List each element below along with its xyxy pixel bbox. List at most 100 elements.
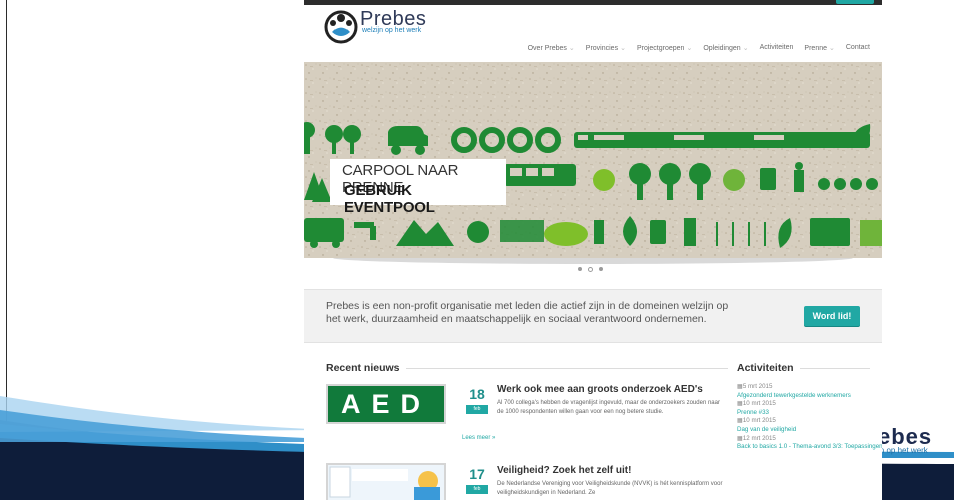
divider	[405, 367, 728, 369]
activity-date-text: 5 mrt 2015	[742, 383, 773, 390]
nav-item-opleidingen[interactable]: Opleidingen ⌄	[703, 44, 748, 52]
chevron-down-icon: ⌄	[829, 45, 835, 52]
chevron-down-icon: ⌄	[742, 45, 749, 52]
chevron-down-icon: ⌄	[568, 45, 575, 52]
news-thumbnail-text: AED	[340, 389, 431, 419]
recycle-bin-icon	[650, 220, 666, 244]
news-heading: Recent nieuws	[326, 362, 728, 374]
nav-item-label: Contact	[845, 44, 870, 51]
activity-date-text: 10 mrt 2015	[742, 400, 776, 408]
recycle-icon	[723, 169, 745, 191]
news-title[interactable]: Werk ook mee aan groots onderzoek AED's	[497, 384, 703, 395]
nav-item-label: Prenne	[804, 45, 827, 52]
activities-heading: Activiteiten	[737, 362, 870, 374]
activity-date: ▦5 mrt 2015	[737, 383, 882, 392]
slide-brand-logo: ebes jn op het werk	[878, 424, 932, 455]
nav-item-contact[interactable]: Contact	[846, 44, 870, 52]
nav-item-label: Provincies	[585, 45, 619, 52]
chevron-down-icon: ⌄	[620, 45, 626, 52]
drop-icon	[623, 216, 637, 246]
solar-panel-icon	[860, 220, 882, 246]
nav-item-label: Projectgroepen	[636, 45, 685, 52]
bicycle-icon	[451, 127, 561, 153]
power-plug-icon	[594, 220, 604, 244]
news-heading-label: Recent nieuws	[326, 362, 400, 374]
main-navigation: Over Prebes ⌄ Provincies ⌄ Projectgroepen ⌄…	[528, 44, 870, 52]
news-thumbnail-aed[interactable]: AED	[326, 384, 446, 424]
tree-icon	[629, 163, 711, 200]
tree-icon	[325, 125, 361, 154]
fuel-pump-icon	[684, 218, 696, 246]
tree-icon	[304, 172, 332, 202]
train-icon	[574, 132, 870, 148]
tram-icon	[504, 164, 576, 186]
globe-icon	[467, 221, 489, 243]
slider-dot[interactable]	[578, 267, 582, 271]
site-logo[interactable]: Prebes welzijn op het werk	[324, 8, 426, 44]
activity-item: ▦10 mrt 2015 Dag van de veiligheid	[737, 417, 882, 434]
divider	[799, 367, 870, 369]
news-date-month: feb	[466, 405, 488, 414]
wind-turbine-icon	[716, 222, 766, 246]
person-icon	[794, 162, 804, 192]
activity-link[interactable]: Dag van de veiligheid	[737, 426, 882, 435]
top-bar-button[interactable]	[836, 0, 874, 4]
tree-icon	[304, 122, 315, 154]
activity-date-text: 12 mrt 2015	[742, 434, 776, 442]
cloud-icon	[544, 222, 588, 246]
activity-link[interactable]: Afgezonderd tewerkgestelde werknemers	[737, 392, 882, 401]
grass-icon	[500, 220, 544, 242]
news-body: Al 700 collega's hebben de vragenlijst i…	[497, 400, 720, 415]
logo-emblem-icon	[324, 10, 358, 44]
slider-dot-active[interactable]	[588, 267, 593, 272]
activity-date-text: 10 mrt 2015	[742, 417, 776, 425]
activities-heading-label: Activiteiten	[737, 362, 794, 374]
bus-icon	[304, 218, 344, 248]
sun-icon	[593, 169, 615, 191]
activities-list: ▦5 mrt 2015 Afgezonderd tewerkgestelde w…	[737, 383, 882, 452]
nav-item-label: Activiteiten	[759, 44, 794, 51]
hero-slider[interactable]: CARPOOL NAAR PRENNE GEBRUIK EVENTPOOL	[304, 62, 882, 258]
news-thumbnail-veiligheid[interactable]	[326, 463, 446, 500]
world-map-icon	[810, 218, 850, 246]
mountain-icon	[396, 220, 454, 246]
top-bar	[304, 0, 882, 5]
nav-item-label: Opleidingen	[703, 45, 741, 52]
website-screenshot: Prebes welzijn op het werk Over Prebes ⌄ …	[304, 0, 882, 500]
activity-item: ▦10 mrt 2015 Prenne #33	[737, 400, 882, 417]
intro-text: Prebes is een non-profit organisatie met…	[326, 300, 729, 325]
nav-item-activiteiten[interactable]: Activiteiten	[760, 44, 794, 52]
bin-icon	[760, 168, 776, 190]
cyclists-icon	[818, 178, 878, 190]
tap-icon	[354, 222, 376, 240]
hero-caption: CARPOOL NAAR PRENNE GEBRUIK EVENTPOOL	[330, 159, 506, 216]
activity-item: ▦12 mrt 2015 Back to basics 1.0 - Thema-…	[737, 435, 882, 452]
activity-link[interactable]: Back to basics 1.0 - Thema-avond 3/3: To…	[737, 443, 882, 452]
veiligheid-thumbnail-illustration	[328, 465, 444, 500]
nav-item-provincies[interactable]: Provincies ⌄	[586, 44, 626, 52]
activity-link[interactable]: Prenne #33	[737, 409, 882, 418]
nav-item-label: Over Prebes	[527, 45, 567, 52]
activity-date: ▦10 mrt 2015	[737, 417, 882, 426]
news-date-day: 18	[469, 386, 485, 402]
slider-dot[interactable]	[599, 267, 603, 271]
activity-date: ▦10 mrt 2015	[737, 400, 882, 409]
nav-item-projectgroepen[interactable]: Projectgroepen ⌄	[637, 44, 692, 52]
activity-date: ▦12 mrt 2015	[737, 435, 882, 444]
leaf-icon	[778, 218, 792, 248]
activity-item: ▦5 mrt 2015 Afgezonderd tewerkgestelde w…	[737, 383, 882, 400]
nav-item-over-prebes[interactable]: Over Prebes ⌄	[528, 44, 575, 52]
nav-item-prenne[interactable]: Prenne ⌄	[804, 44, 834, 52]
car-icon	[388, 126, 428, 155]
logo-tagline: welzijn op het werk	[362, 27, 422, 34]
news-date-day: 17	[469, 466, 485, 482]
chevron-down-icon: ⌄	[686, 45, 693, 52]
hero-caption-line2: GEBRUIK EVENTPOOL	[344, 182, 435, 216]
slide-brand-tagline: jn op het werk	[878, 446, 928, 455]
intro-band: Prebes is een non-profit organisatie met…	[304, 289, 882, 343]
read-more-link[interactable]: Lees meer »	[462, 435, 495, 441]
news-date-month: feb	[466, 485, 488, 494]
news-title[interactable]: Veiligheid? Zoek het zelf uit!	[497, 465, 631, 476]
join-button[interactable]: Word lid!	[804, 306, 860, 326]
slider-pagination	[578, 267, 603, 272]
